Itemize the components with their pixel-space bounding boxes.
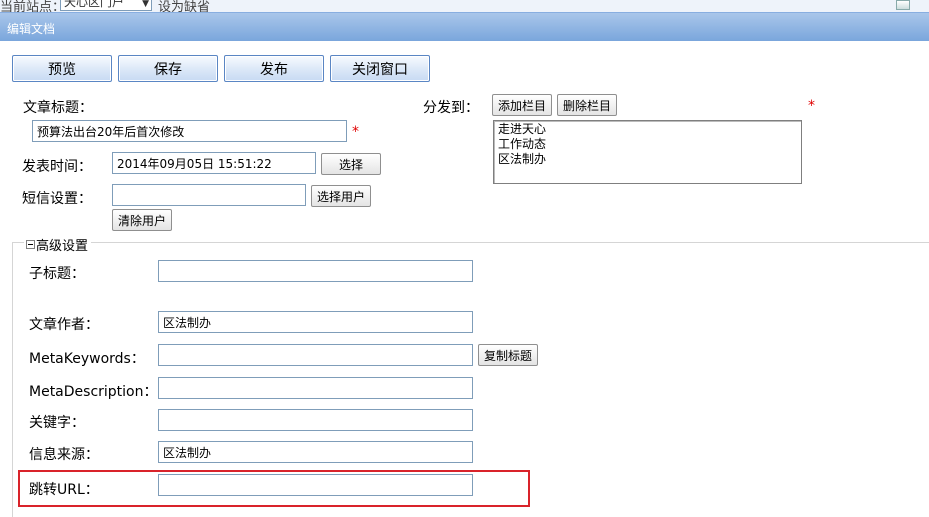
highlight-annotation-box — [18, 470, 530, 507]
columns-listbox[interactable]: 走进天心 工作动态 区法制办 — [493, 120, 802, 184]
distribute-required-mark: * — [808, 98, 815, 114]
author-input[interactable] — [158, 311, 473, 333]
list-item[interactable]: 工作动态 — [498, 137, 797, 152]
publish-time-input[interactable] — [112, 152, 316, 174]
source-input[interactable] — [158, 441, 473, 463]
list-item[interactable]: 走进天心 — [498, 122, 797, 137]
distribute-label: 分发到： — [423, 100, 479, 116]
subtitle-input[interactable] — [158, 260, 473, 282]
keyword-label: 关键字： — [29, 415, 85, 431]
preview-button[interactable]: 预览 — [12, 55, 112, 82]
site-select[interactable]: 天心区门户 ▼ — [60, 0, 152, 11]
collapse-icon[interactable] — [26, 240, 35, 249]
meta-description-input[interactable] — [158, 377, 473, 399]
set-default-link[interactable]: 设为缺省 — [158, 0, 210, 12]
window-title: 编辑文档 — [7, 22, 56, 36]
chevron-down-icon: ▼ — [142, 0, 149, 9]
advanced-settings-legend[interactable]: 高级设置 — [24, 235, 92, 254]
source-label: 信息来源： — [29, 447, 99, 463]
select-user-button[interactable]: 选择用户 — [311, 185, 371, 207]
publish-button[interactable]: 发布 — [224, 55, 324, 82]
clear-user-button[interactable]: 清除用户 — [112, 209, 172, 231]
sms-input[interactable] — [112, 184, 306, 206]
site-select-value: 天心区门户 — [64, 0, 125, 9]
title-required-mark: * — [352, 124, 359, 140]
copy-title-button[interactable]: 复制标题 — [478, 344, 538, 366]
toolbar: 预览 保存 发布 关闭窗口 — [0, 41, 929, 87]
minimize-icon[interactable] — [896, 0, 910, 10]
advanced-settings-title: 高级设置 — [36, 239, 89, 254]
publish-time-label: 发表时间： — [22, 159, 92, 175]
add-column-button[interactable]: 添加栏目 — [492, 94, 552, 116]
meta-keywords-input[interactable] — [158, 344, 473, 366]
close-window-button[interactable]: 关闭窗口 — [330, 55, 430, 82]
select-time-button[interactable]: 选择 — [321, 153, 381, 175]
list-item[interactable]: 区法制办 — [498, 152, 797, 167]
meta-description-label: MetaDescription： — [29, 384, 158, 400]
subtitle-label: 子标题： — [29, 266, 85, 282]
title-input[interactable] — [32, 120, 347, 142]
window-title-bar: 编辑文档 — [0, 12, 929, 41]
title-label: 文章标题： — [23, 100, 93, 116]
sms-label: 短信设置： — [22, 191, 92, 207]
save-button[interactable]: 保存 — [118, 55, 218, 82]
current-site-label: 当前站点： — [0, 0, 66, 12]
author-label: 文章作者： — [29, 317, 99, 333]
keyword-input[interactable] — [158, 409, 473, 431]
top-strip: 当前站点： 天心区门户 ▼ 设为缺省 — [0, 0, 929, 12]
delete-column-button[interactable]: 删除栏目 — [557, 94, 617, 116]
meta-keywords-label: MetaKeywords： — [29, 351, 145, 367]
